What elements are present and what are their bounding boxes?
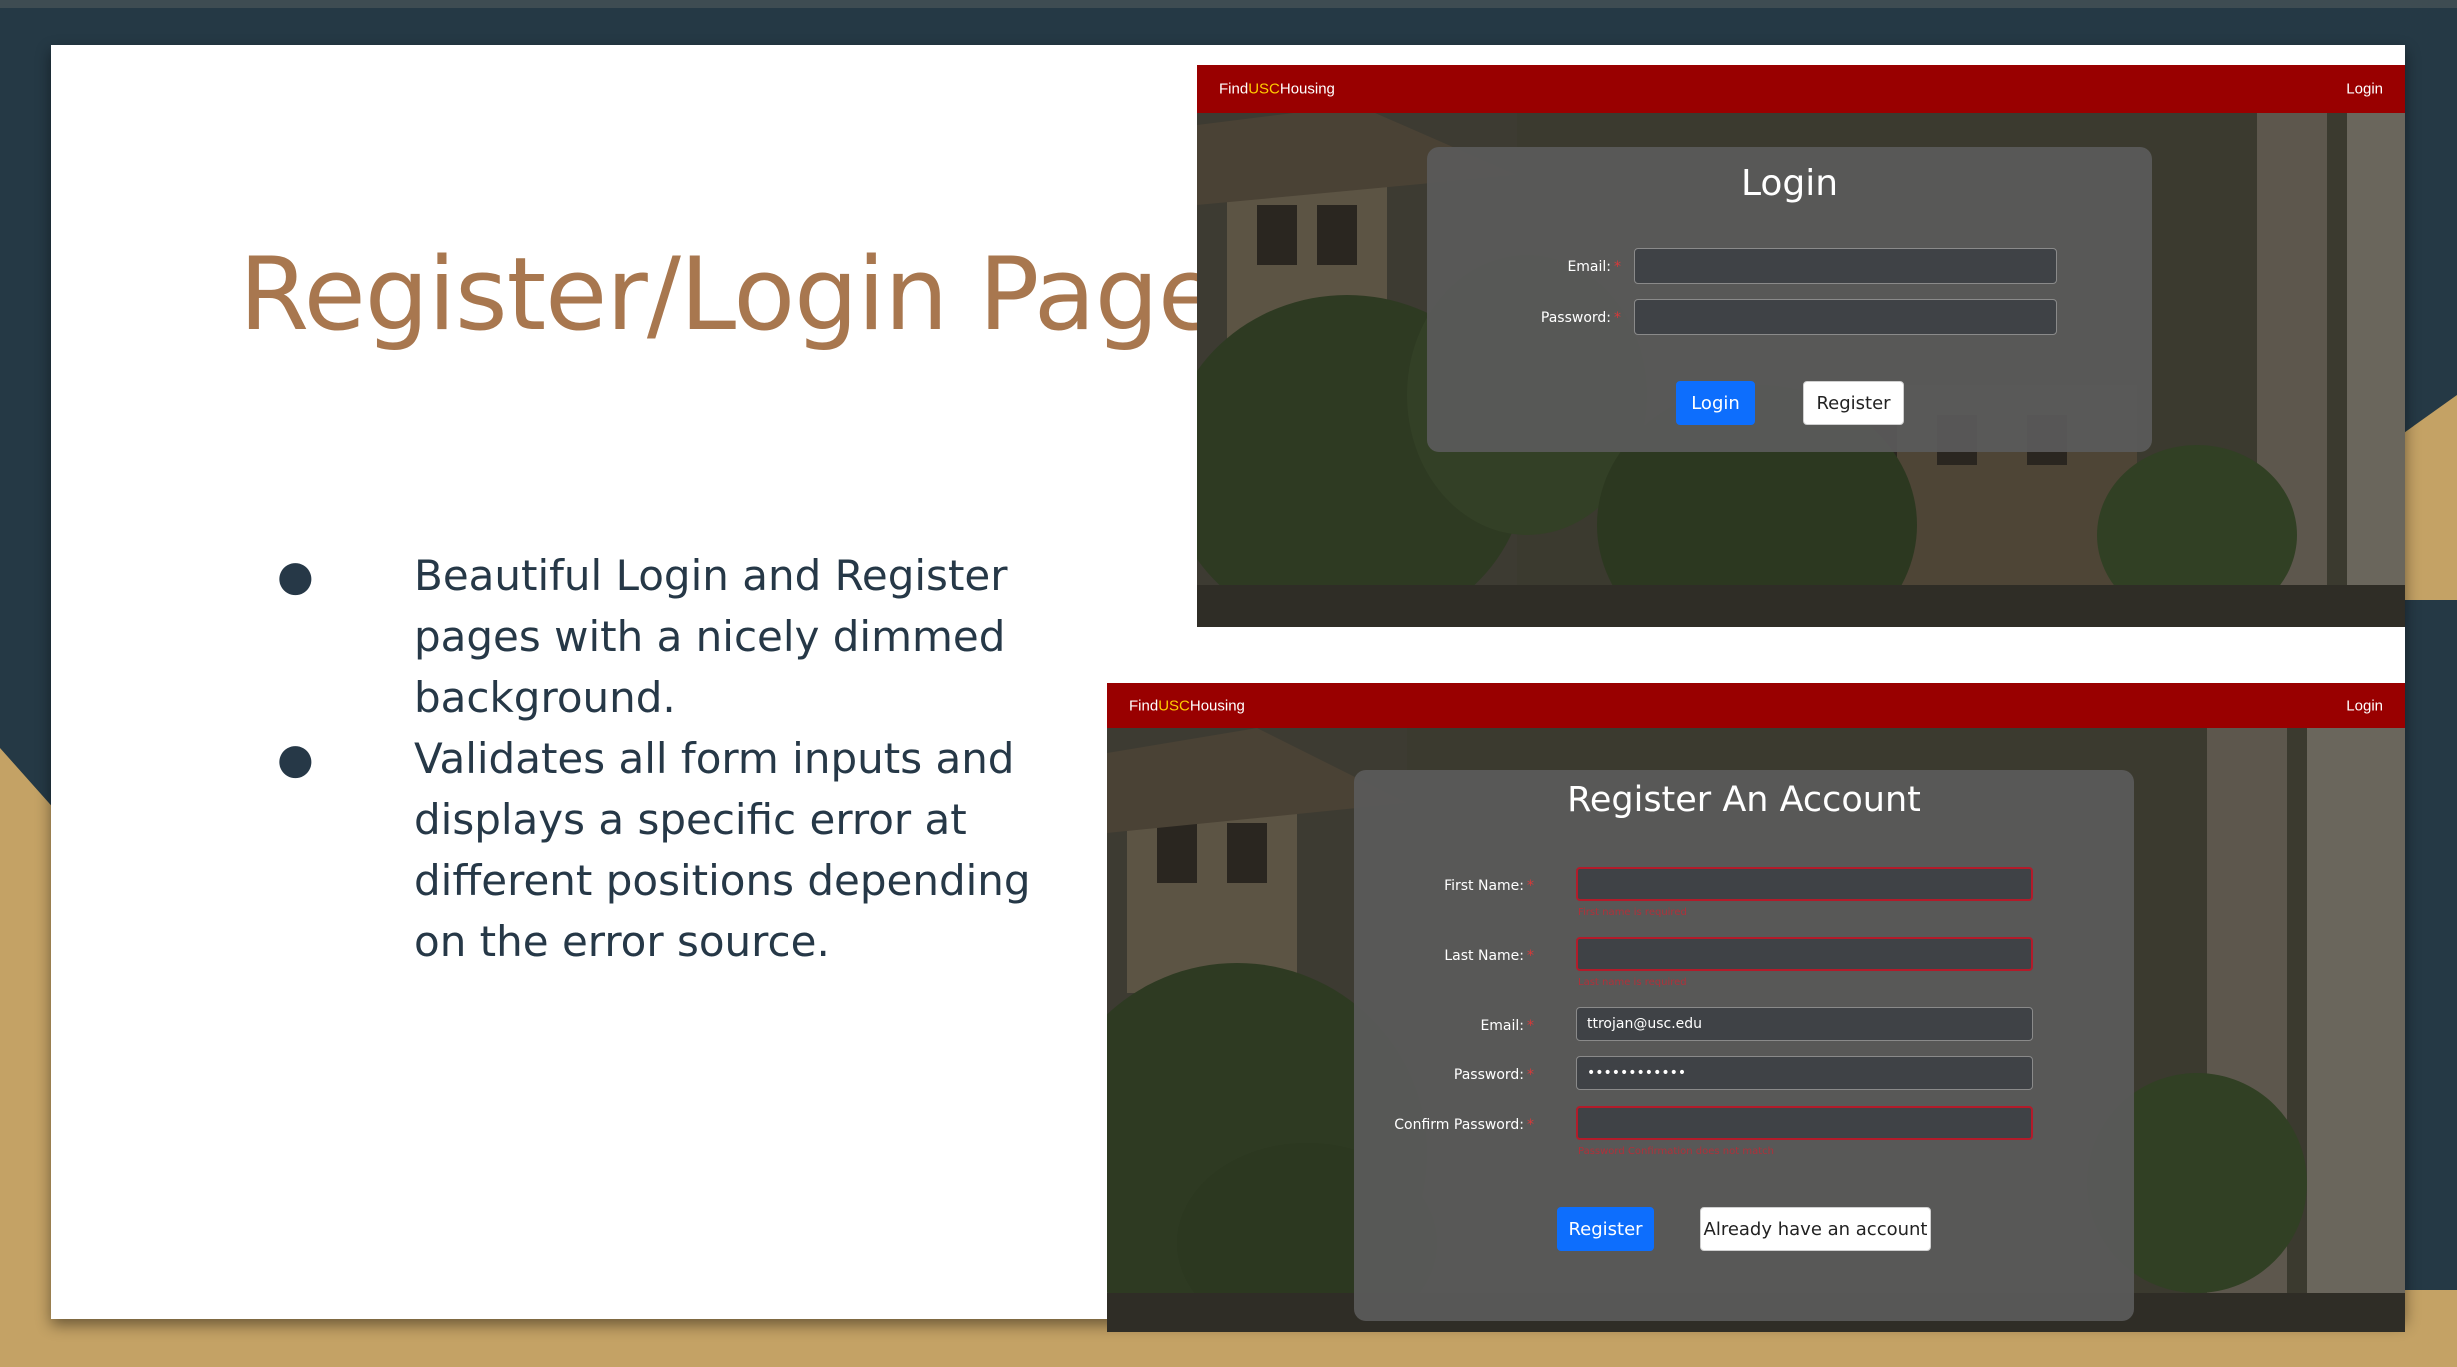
register-submit-button[interactable]: Register bbox=[1557, 1207, 1654, 1251]
bullet-dot-icon: ● bbox=[277, 734, 314, 783]
email-input[interactable] bbox=[1576, 1007, 2033, 1041]
login-title: Login bbox=[1740, 163, 1839, 204]
register-title: Register An Account bbox=[1567, 780, 1921, 820]
presentation-slide: Register/Login Page ● Beautiful Login an… bbox=[51, 45, 2405, 1332]
first-name-input[interactable] bbox=[1576, 867, 2033, 901]
bullet-dot-icon: ● bbox=[277, 551, 314, 600]
confirm-password-input[interactable] bbox=[1576, 1106, 2033, 1140]
bullet-list: ● Beautiful Login and Register pages wit… bbox=[277, 545, 1057, 972]
confirm-password-error-message: Password Confirmation does not match bbox=[1578, 1146, 1774, 1157]
password-label: Password: * bbox=[1453, 1067, 1534, 1083]
site-navbar: FindUSCHousing Login bbox=[1197, 65, 2405, 113]
register-page-screenshot: FindUSCHousing Login Register An Account… bbox=[1107, 683, 2405, 1332]
bullet-text: Beautiful Login and Register pages with … bbox=[414, 551, 1008, 722]
slide-title: Register/Login Page bbox=[239, 235, 1220, 353]
login-button[interactable]: Login bbox=[1676, 381, 1755, 425]
password-input[interactable] bbox=[1634, 299, 2057, 335]
site-navbar: FindUSCHousing Login bbox=[1107, 683, 2405, 728]
already-have-account-button[interactable]: Already have an account bbox=[1700, 1207, 1931, 1251]
last-name-label: Last Name: * bbox=[1444, 948, 1534, 964]
email-label: Email: * bbox=[1567, 259, 1621, 275]
password-label: Password: * bbox=[1540, 310, 1621, 326]
last-name-input[interactable] bbox=[1576, 937, 2033, 971]
login-page-screenshot: FindUSCHousing Login Login Email: * Passw… bbox=[1197, 65, 2405, 627]
confirm-password-label: Confirm Password: * bbox=[1394, 1117, 1534, 1133]
bullet-text: Validates all form inputs and displays a… bbox=[414, 734, 1031, 966]
bullet-item: ● Validates all form inputs and displays… bbox=[277, 728, 1057, 972]
password-input[interactable] bbox=[1576, 1056, 2033, 1090]
nav-login-link[interactable]: Login bbox=[2346, 697, 2383, 714]
email-label: Email: * bbox=[1480, 1018, 1534, 1034]
first-name-error-message: First name is required bbox=[1578, 907, 1687, 918]
nav-login-link[interactable]: Login bbox=[2346, 81, 2383, 98]
login-card: Login Email: * Password: * Login Register bbox=[1427, 147, 2152, 452]
register-card: Register An Account First Name: * First n… bbox=[1354, 770, 2134, 1321]
brand-logo-link[interactable]: FindUSCHousing bbox=[1219, 81, 1335, 98]
email-input[interactable] bbox=[1634, 248, 2057, 284]
brand-logo-link[interactable]: FindUSCHousing bbox=[1129, 697, 1245, 714]
bullet-item: ● Beautiful Login and Register pages wit… bbox=[277, 545, 1057, 728]
last-name-error-message: Last name is required bbox=[1578, 977, 1687, 988]
first-name-label: First Name: * bbox=[1444, 878, 1534, 894]
register-button[interactable]: Register bbox=[1803, 381, 1904, 425]
